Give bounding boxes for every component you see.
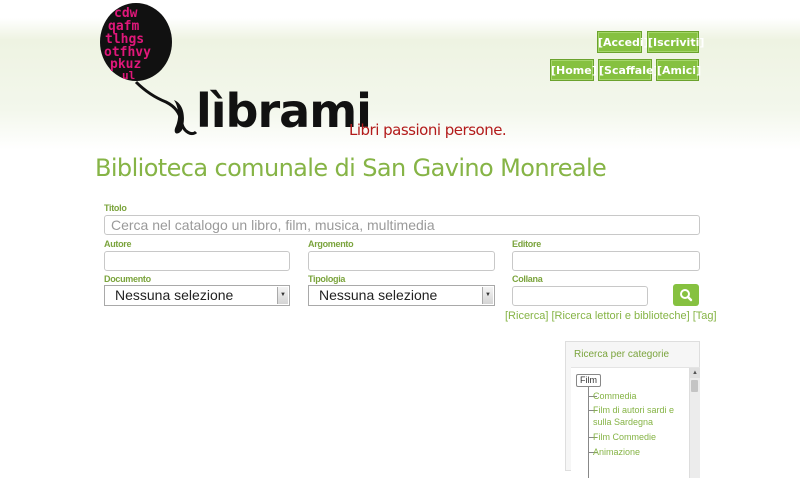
tipologia-label: Tipologia — [308, 274, 346, 284]
categories-panel: Ricerca per categorie Film Commedia Film… — [565, 341, 700, 478]
autore-input[interactable] — [104, 251, 290, 271]
tipologia-select[interactable]: Nessuna selezione ▼ — [308, 285, 495, 306]
autore-label: Autore — [104, 239, 132, 249]
titolo-label: Titolo — [104, 203, 127, 213]
editore-input[interactable] — [512, 251, 700, 271]
iscriviti-button[interactable]: [Iscriviti] — [647, 31, 704, 53]
titolo-input[interactable] — [104, 215, 700, 235]
category-item[interactable]: Animazione — [593, 446, 681, 458]
editore-label: Editore — [512, 239, 541, 249]
home-button[interactable]: [Home] — [550, 59, 597, 81]
category-item[interactable]: Film Commedie — [593, 431, 681, 443]
categories-title: Ricerca per categorie — [574, 349, 670, 360]
chevron-up-icon[interactable]: ▲ — [690, 368, 700, 378]
categories-tree[interactable]: Film Commedia Film di autori sardi e sul… — [571, 367, 700, 478]
tipologia-select-value: Nessuna selezione — [319, 287, 438, 303]
logo-icon[interactable]: cdw qafm tlhgs otfhvy pkuz ul — [100, 2, 200, 138]
search-button[interactable] — [673, 284, 699, 306]
scrollbar-thumb[interactable] — [691, 380, 698, 392]
ricerca-lettori-link[interactable]: [Ricerca lettori e biblioteche] — [551, 310, 689, 322]
search-links: [Ricerca] [Ricerca lettori e biblioteche… — [505, 310, 717, 322]
page-title: Biblioteca comunale di San Gavino Monrea… — [95, 154, 607, 182]
logo-letters-6: ul — [122, 69, 135, 82]
collana-input[interactable] — [512, 286, 648, 306]
category-item[interactable]: Film di autori sardi e sulla Sardegna — [593, 404, 681, 428]
scaffale-button[interactable]: [Scaffale] — [598, 59, 659, 81]
tree-root-film[interactable]: Film — [576, 374, 601, 387]
collana-label: Collana — [512, 274, 543, 284]
chevron-down-icon[interactable]: ▼ — [482, 287, 493, 304]
argomento-input[interactable] — [308, 251, 495, 271]
ricerca-link[interactable]: [Ricerca] — [505, 310, 548, 322]
search-icon — [680, 289, 693, 302]
chevron-down-icon[interactable]: ▼ — [277, 287, 288, 304]
brand-wordmark[interactable]: lìbrami — [196, 88, 372, 134]
documento-select[interactable]: Nessuna selezione ▼ — [104, 285, 290, 306]
documento-label: Documento — [104, 274, 151, 284]
documento-select-value: Nessuna selezione — [115, 287, 234, 303]
accedi-button[interactable]: [Accedi] — [597, 31, 649, 53]
tree-connector — [588, 387, 589, 478]
categories-scrollbar[interactable]: ▲ — [689, 368, 700, 478]
tag-link[interactable]: [Tag] — [693, 310, 717, 322]
argomento-label: Argomento — [308, 239, 354, 249]
category-item[interactable]: Commedia — [593, 390, 681, 402]
amici-button[interactable]: [Amici] — [656, 59, 701, 81]
brand-tagline: Libri passioni persone. — [349, 121, 507, 139]
